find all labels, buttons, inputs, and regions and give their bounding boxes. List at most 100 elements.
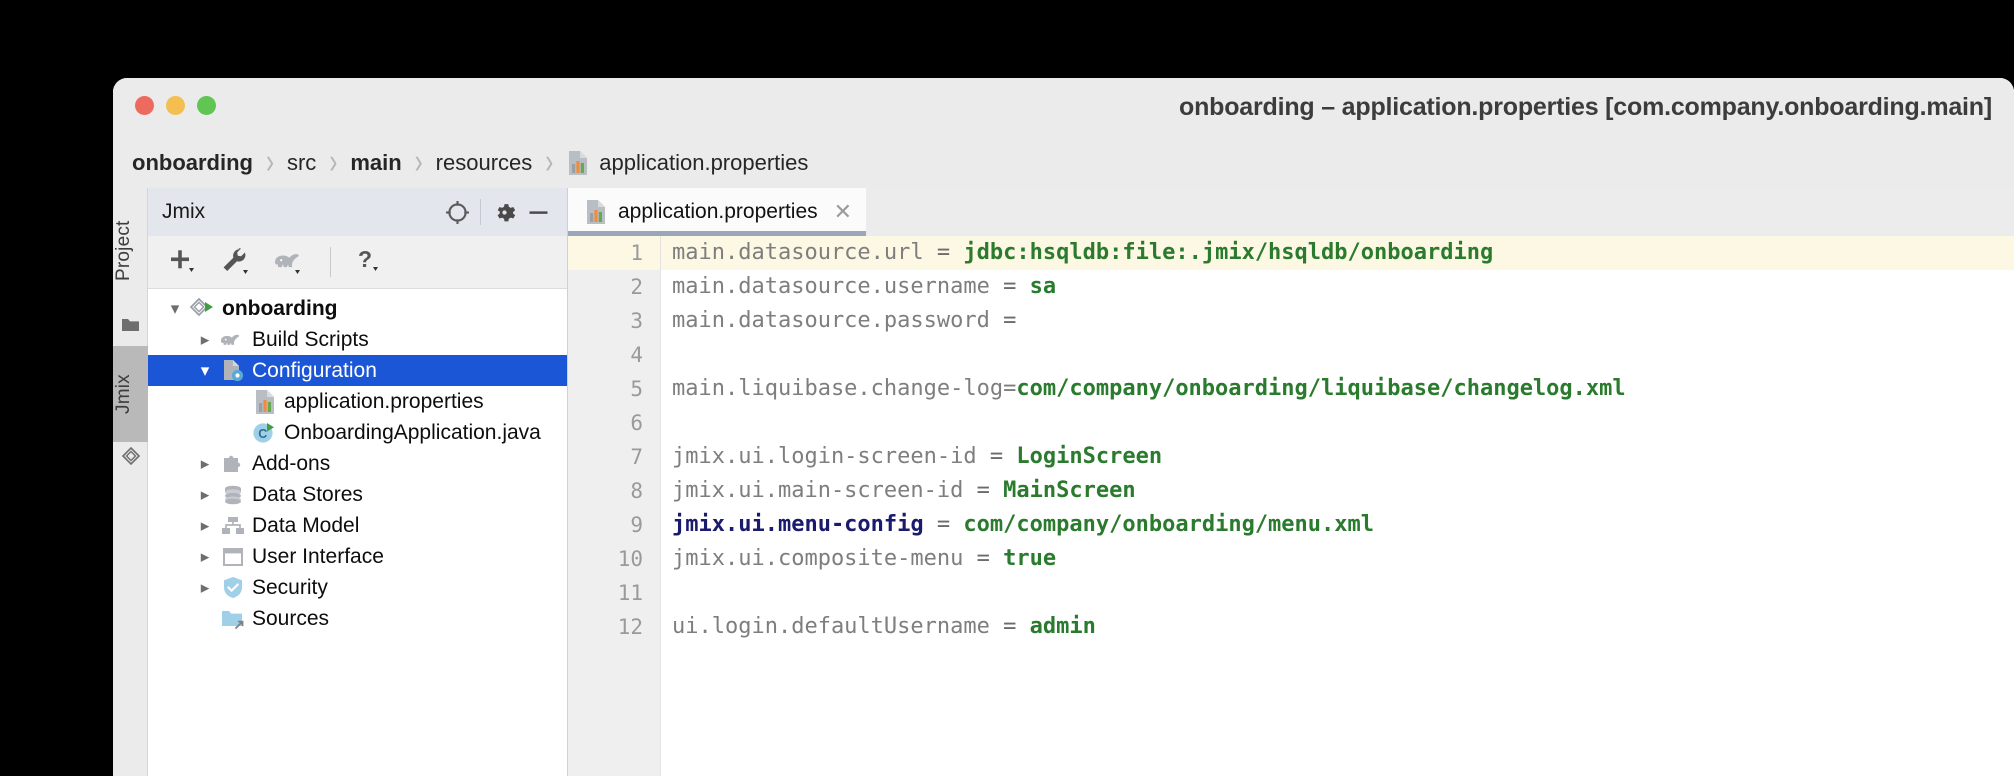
svg-text:?: ? — [358, 246, 372, 272]
breadcrumb-file-label: application.properties — [599, 150, 809, 175]
code-line[interactable]: ui.login.defaultUsername = admin — [661, 610, 2014, 644]
elephant-icon — [218, 328, 248, 352]
code-line[interactable]: main.datasource.username = sa — [661, 270, 2014, 304]
chevron-right-icon[interactable]: ▸ — [192, 454, 218, 474]
tree-item-onboarding[interactable]: ▾ onboarding — [148, 293, 567, 324]
line-number: 6 — [630, 411, 643, 435]
breadcrumb-separator-icon: › — [265, 142, 274, 182]
close-window-button[interactable] — [135, 96, 154, 115]
code-line[interactable]: main.liquibase.change-log=com/company/on… — [661, 372, 2014, 406]
settings-button[interactable] — [214, 245, 258, 279]
code-line[interactable]: jmix.ui.login-screen-id = LoginScreen — [661, 440, 2014, 474]
chevron-right-icon[interactable]: ▸ — [192, 485, 218, 505]
line-number-gutter: 1 2 3 4 5 6 7 8 9 10 11 12 — [568, 236, 661, 776]
tree-item-label: onboarding — [222, 296, 338, 320]
tree-item-add-ons[interactable]: ▸ Add-ons — [148, 448, 567, 479]
tree-item-onboarding-application-java[interactable]: C OnboardingApplication.java — [148, 417, 567, 448]
locate-target-icon[interactable] — [440, 195, 474, 229]
code-token: MainScreen — [1003, 478, 1136, 503]
minimize-window-button[interactable] — [166, 96, 185, 115]
properties-file-icon — [566, 150, 590, 176]
screenshot-root: onboarding – application.properties [com… — [0, 0, 2014, 776]
tree-item-label: Build Scripts — [252, 327, 369, 351]
tab-application-properties[interactable]: application.properties ✕ — [568, 188, 867, 236]
sidebar-item-project[interactable]: Project — [113, 192, 148, 310]
window-icon — [218, 545, 248, 569]
tree-item-label: Security — [252, 575, 328, 599]
ide-body: Project Jmix Jmix ? ▾ onboarding ▸ Build… — [113, 188, 2014, 776]
tree-item-build-scripts[interactable]: ▸ Build Scripts — [148, 324, 567, 355]
code-token: = — [976, 444, 1017, 469]
jmix-project-icon — [188, 297, 218, 321]
tree-item-label: Configuration — [252, 358, 377, 382]
code-line[interactable] — [661, 406, 2014, 440]
code-token: = — [923, 240, 964, 265]
breadcrumb: onboarding › src › main › resources › ap… — [113, 138, 2014, 188]
add-button[interactable] — [162, 245, 206, 279]
tree-item-label: Data Stores — [252, 482, 363, 506]
code-token: admin — [1029, 614, 1096, 639]
tree-item-label: application.properties — [284, 389, 484, 413]
code-line[interactable] — [661, 338, 2014, 372]
code-line[interactable]: main.datasource.password = — [661, 304, 2014, 338]
code-line[interactable]: jmix.ui.main-screen-id = MainScreen — [661, 474, 2014, 508]
chevron-down-icon[interactable]: ▾ — [192, 361, 218, 381]
code-token: = — [989, 274, 1030, 299]
line-number: 1 — [568, 236, 660, 270]
gear-icon[interactable] — [487, 195, 521, 229]
close-icon[interactable]: ✕ — [834, 199, 852, 225]
code-line[interactable]: main.datasource.url = jdbc:hsqldb:file:.… — [661, 236, 2014, 270]
help-button[interactable]: ? — [349, 245, 393, 279]
gradle-button[interactable] — [266, 245, 312, 279]
code-token: true — [1003, 546, 1057, 571]
code-content[interactable]: main.datasource.url = jdbc:hsqldb:file:.… — [661, 236, 2014, 776]
zoom-window-button[interactable] — [197, 96, 216, 115]
data-model-icon — [218, 514, 248, 538]
code-line[interactable] — [661, 576, 2014, 610]
line-number: 7 — [630, 445, 643, 469]
breadcrumb-item-src[interactable]: src — [287, 150, 316, 176]
code-token: main.datasource.url — [672, 240, 924, 265]
breadcrumb-separator-icon: › — [329, 142, 338, 182]
tree-item-user-interface[interactable]: ▸ User Interface — [148, 541, 567, 572]
code-token: com/company/onboarding/menu.xml — [963, 512, 1375, 537]
ide-window: onboarding – application.properties [com… — [113, 78, 2014, 776]
line-number: 12 — [617, 615, 643, 639]
chevron-right-icon[interactable]: ▸ — [192, 330, 218, 350]
code-token: jmix.ui.main-screen-id — [672, 478, 964, 503]
line-number: 2 — [630, 275, 643, 299]
chevron-right-icon[interactable]: ▸ — [192, 516, 218, 536]
tree-item-sources[interactable]: Sources — [148, 603, 567, 634]
minimize-icon[interactable] — [521, 195, 555, 229]
chevron-right-icon[interactable]: ▸ — [192, 547, 218, 567]
editor-area: application.properties ✕ 1 2 3 4 5 6 7 8 9 10 11 12… — [568, 188, 2014, 776]
chevron-down-icon[interactable]: ▾ — [162, 299, 188, 319]
code-line[interactable]: jmix.ui.composite-menu = true — [661, 542, 2014, 576]
breadcrumb-item-application-properties[interactable]: application.properties — [566, 150, 808, 176]
java-class-run-icon: C — [250, 420, 280, 446]
breadcrumb-item-onboarding[interactable]: onboarding — [132, 150, 253, 176]
configuration-icon — [218, 358, 248, 383]
code-token: = — [989, 614, 1030, 639]
tree-item-configuration[interactable]: ▾ Configuration — [148, 355, 567, 386]
window-title: onboarding – application.properties [com… — [1179, 93, 1992, 121]
code-token: jmix.ui.menu-config — [672, 512, 924, 537]
tree-item-security[interactable]: ▸ Security — [148, 572, 567, 603]
chevron-right-icon[interactable]: ▸ — [192, 578, 218, 598]
breadcrumb-separator-icon: › — [414, 142, 423, 182]
sidebar-item-jmix[interactable]: Jmix — [113, 346, 148, 442]
tree-item-label: Data Model — [252, 513, 360, 537]
tree-item-data-model[interactable]: ▸ Data Model — [148, 510, 567, 541]
tool-window-stripe: Project Jmix — [113, 188, 148, 776]
window-titlebar: onboarding – application.properties [com… — [113, 78, 2014, 138]
code-token: sa — [1029, 274, 1057, 299]
code-line[interactable]: jmix.ui.menu-config = com/company/onboar… — [661, 508, 2014, 542]
line-number: 5 — [630, 377, 643, 401]
breadcrumb-item-main[interactable]: main — [350, 150, 401, 176]
breadcrumb-item-resources[interactable]: resources — [436, 150, 533, 176]
code-token: = — [923, 512, 964, 537]
tree-item-application-properties[interactable]: application.properties — [148, 386, 567, 417]
tool-window-toolbar: ? — [148, 236, 567, 289]
tree-item-data-stores[interactable]: ▸ Data Stores — [148, 479, 567, 510]
properties-file-icon — [584, 199, 608, 225]
